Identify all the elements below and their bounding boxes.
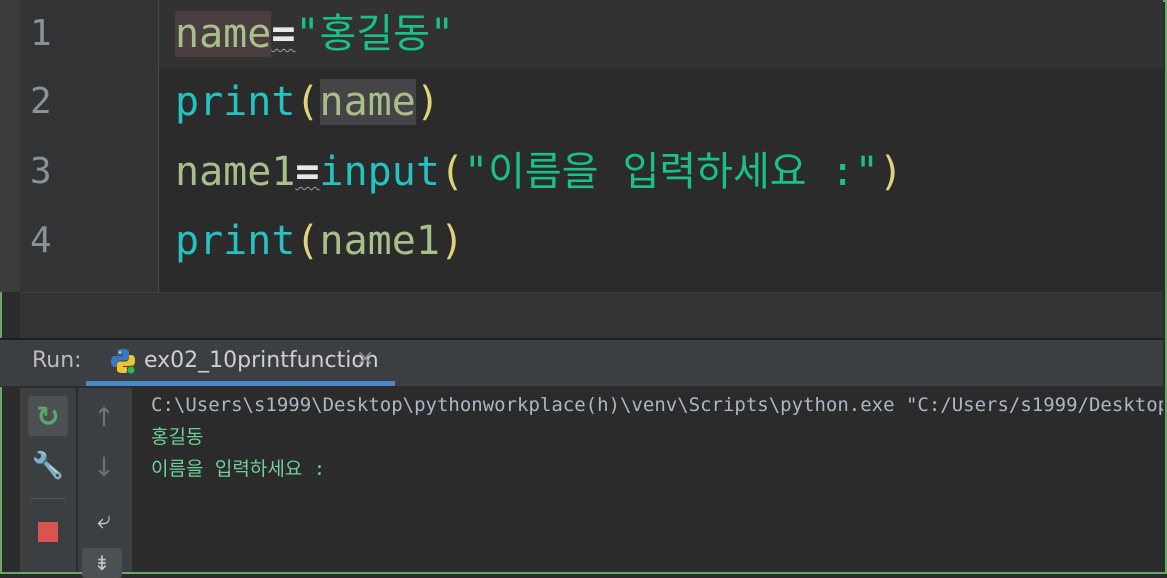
token-function: input — [319, 149, 440, 195]
token-variable: name1 — [175, 149, 296, 195]
console-output-line: 이름을 입력하세요 : — [151, 458, 326, 480]
code-line-2[interactable]: print(name) — [175, 68, 440, 136]
line-number: 1 — [30, 13, 52, 54]
rerun-icon[interactable]: ↻ — [28, 396, 68, 436]
token-paren: ( — [295, 218, 320, 264]
run-toolbar: ↻ 🔧 — [20, 388, 76, 572]
token-string: "홍길동" — [295, 11, 454, 57]
token-variable: name — [175, 11, 272, 57]
token-variable: name — [319, 79, 416, 125]
token-paren: ) — [439, 218, 465, 264]
line-number: 4 — [30, 220, 52, 261]
gutter-margin — [0, 0, 20, 292]
run-config-name: ex02_10printfunction — [144, 348, 379, 373]
token-paren: ) — [415, 79, 440, 125]
run-label: Run: — [32, 348, 82, 373]
line-number: 2 — [30, 81, 52, 122]
run-tab[interactable]: ex02_10printfunction × — [86, 340, 394, 386]
code-editor[interactable]: 1 2 3 4 name="홍길동" print(name) name1=inp… — [0, 0, 1163, 292]
close-icon[interactable]: × — [356, 346, 374, 371]
line-number: 3 — [30, 151, 52, 192]
console-output-line: 홍길동 — [151, 426, 204, 448]
code-line-4[interactable]: print(name1) — [175, 207, 464, 275]
console-toolbar: ↑ ↓ ⤶ ⇟ — [78, 388, 133, 578]
soft-wrap-icon[interactable]: ⤶ — [84, 500, 124, 540]
toolbar-separator — [30, 498, 66, 499]
editor-empty-area[interactable] — [20, 292, 1163, 339]
code-line-3[interactable]: name1=input("이름을 입력하세요 :") — [175, 138, 903, 206]
stop-icon[interactable] — [28, 512, 68, 552]
token-string: "이름을 입력하세요 :" — [464, 149, 879, 195]
arrow-down-icon[interactable]: ↓ — [84, 448, 124, 488]
code-line-1[interactable]: name="홍길동" — [175, 0, 454, 68]
token-paren: ( — [439, 149, 465, 195]
token-paren: ) — [878, 149, 903, 195]
python-icon — [111, 349, 136, 374]
arrow-up-icon[interactable]: ↑ — [84, 398, 124, 438]
token-variable: name1 — [319, 218, 440, 264]
run-tool-window-header: Run: ex02_10printfunction × — [0, 340, 1163, 387]
console-output[interactable]: C:\Users\s1999\Desktop\pythonworkplace(h… — [133, 388, 1163, 570]
token-operator: = — [295, 149, 320, 195]
token-function: print — [175, 79, 296, 125]
token-operator: = — [271, 11, 296, 57]
active-tab-indicator — [86, 381, 395, 386]
console-command-line: C:\Users\s1999\Desktop\pythonworkplace(h… — [151, 394, 1163, 416]
line-number-gutter[interactable]: 1 2 3 4 — [0, 0, 159, 292]
token-function: print — [175, 218, 296, 264]
token-paren: ( — [295, 79, 320, 125]
wrench-icon[interactable]: 🔧 — [28, 446, 68, 486]
